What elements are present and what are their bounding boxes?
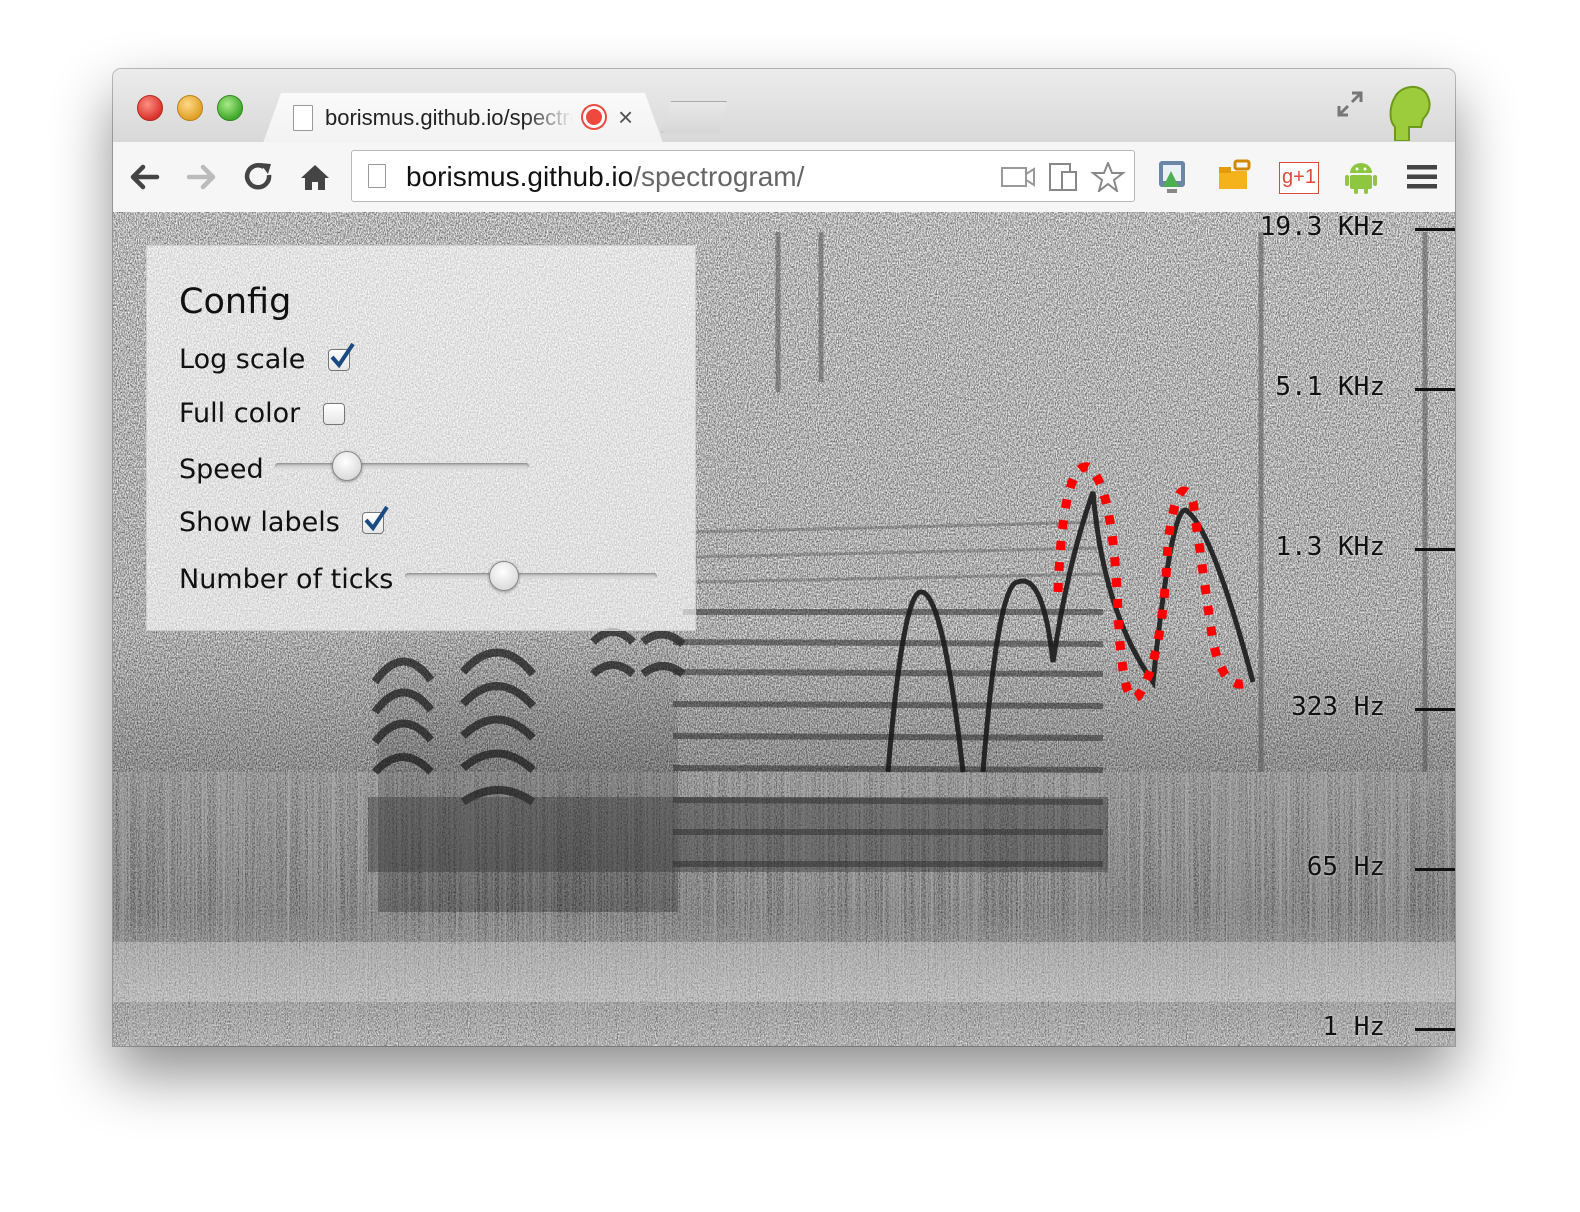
- tick-mark: [1415, 868, 1455, 871]
- tick-mark: [1415, 548, 1455, 551]
- number-of-ticks-slider[interactable]: [405, 561, 657, 592]
- fullscreen-icon[interactable]: [1335, 89, 1365, 119]
- show-labels-row: Show labels: [179, 505, 390, 538]
- tick-label-1-hz: 1 Hz: [1322, 1012, 1385, 1042]
- tick-label-5-1-khz: 5.1 KHz: [1275, 372, 1385, 402]
- url-host: borismus.github.io: [406, 161, 634, 192]
- tick-mark: [1415, 228, 1455, 231]
- full-color-checkbox[interactable]: [322, 403, 345, 425]
- checkmark-icon: [364, 505, 390, 532]
- log-scale-label: Log scale: [179, 344, 306, 375]
- browser-tab-active[interactable]: borismus.github.io/spectrogram/ ×: [263, 93, 663, 143]
- log-scale-checkbox[interactable]: [327, 342, 355, 371]
- speed-label: Speed: [179, 454, 264, 485]
- camera-icon[interactable]: [1000, 162, 1036, 192]
- reload-icon[interactable]: [241, 159, 277, 195]
- number-of-ticks-slider-thumb[interactable]: [489, 561, 520, 591]
- title-bar: borismus.github.io/spectrogram/ ×: [113, 69, 1455, 143]
- show-labels-checkbox[interactable]: [362, 505, 390, 534]
- speed-slider[interactable]: [275, 451, 529, 482]
- page-content: Config Log scale Full color Speed Show l…: [113, 212, 1455, 1046]
- tick-mark: [1415, 1028, 1455, 1031]
- number-of-ticks-row: Number of ticks: [179, 564, 393, 595]
- forward-icon[interactable]: [183, 159, 219, 195]
- tick-label-323-hz: 323 Hz: [1291, 692, 1385, 722]
- maximize-window-button[interactable]: [217, 95, 243, 121]
- tick-mark: [1415, 388, 1455, 391]
- minimize-window-button[interactable]: [177, 95, 203, 121]
- record-icon: [583, 106, 605, 128]
- star-icon[interactable]: [1090, 162, 1126, 192]
- speed-row: Speed: [179, 454, 264, 485]
- browser-window: borismus.github.io/spectrogram/ × borism…: [113, 69, 1455, 1046]
- show-labels-label: Show labels: [179, 507, 340, 538]
- tick-label-1-3-khz: 1.3 KHz: [1275, 532, 1385, 562]
- back-icon[interactable]: [127, 159, 163, 195]
- toolbar: borismus.github.io/spectrogram/ g+1: [113, 142, 1455, 213]
- tab-title: borismus.github.io/spectrogram/: [325, 105, 573, 130]
- new-tab-button[interactable]: [661, 101, 727, 133]
- config-panel: Config Log scale Full color Speed Show l…: [146, 245, 696, 631]
- number-of-ticks-label: Number of ticks: [179, 564, 394, 595]
- speed-slider-track: [275, 463, 529, 469]
- number-of-ticks-slider-track: [405, 573, 657, 579]
- avatar-icon[interactable]: [1387, 81, 1433, 141]
- menu-icon[interactable]: [1403, 157, 1443, 197]
- extension-icon[interactable]: [1153, 157, 1193, 197]
- log-scale-row: Log scale: [179, 342, 355, 375]
- tick-label-65-hz: 65 Hz: [1306, 852, 1385, 882]
- address-bar[interactable]: borismus.github.io/spectrogram/: [351, 150, 1135, 202]
- android-icon[interactable]: [1341, 157, 1381, 197]
- folder-key-icon[interactable]: [1215, 157, 1255, 197]
- device-icon[interactable]: [1046, 162, 1082, 192]
- url-path: /spectrogram/: [633, 161, 805, 192]
- config-title: Config: [179, 282, 292, 322]
- speed-slider-thumb[interactable]: [332, 451, 363, 481]
- close-icon[interactable]: ×: [618, 102, 633, 133]
- full-color-label: Full color: [179, 398, 301, 429]
- close-window-button[interactable]: [137, 95, 163, 121]
- home-icon[interactable]: [297, 159, 333, 195]
- google-plus-one-icon[interactable]: g+1: [1279, 162, 1319, 194]
- full-color-row: Full color: [179, 398, 345, 429]
- page-icon: [293, 105, 313, 131]
- tick-mark: [1415, 708, 1455, 711]
- page-icon: [368, 164, 386, 188]
- checkmark-icon: [330, 342, 355, 369]
- url-text[interactable]: borismus.github.io/spectrogram/: [406, 161, 804, 193]
- tick-label-19-3-khz: 19.3 KHz: [1259, 212, 1385, 242]
- low-frequency-highlight: [113, 942, 1455, 1002]
